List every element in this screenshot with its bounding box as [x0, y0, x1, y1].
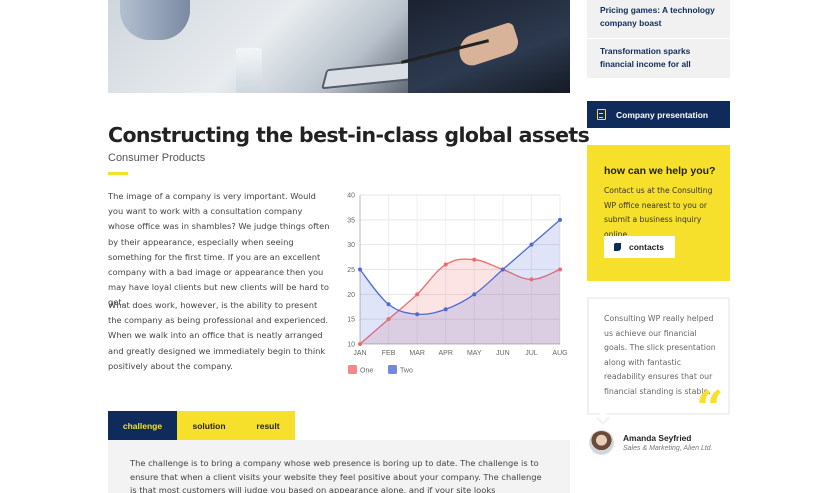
news-list: Pricing games: A technology company boas… — [587, 0, 730, 78]
legend-label: Two — [400, 368, 413, 375]
x-axis-ticks: JAN FEB MAR APR MAY JUN JUL AUG — [353, 350, 567, 357]
y-tick-label: 35 — [347, 217, 355, 224]
data-point — [415, 292, 420, 297]
content-tabs: challenge solution result — [108, 411, 295, 440]
x-tick-label: AUG — [552, 350, 567, 357]
testimonial-author: Amanda Seyfried — [623, 433, 692, 443]
x-tick-label: JUL — [525, 350, 538, 357]
presentation-label: Company presentation — [616, 109, 709, 120]
data-point — [558, 217, 562, 222]
data-point — [386, 317, 391, 322]
help-text: Contact us at the Consulting WP office n… — [604, 186, 713, 239]
article-paragraph-2: What does work, however, is the ability … — [108, 300, 329, 371]
x-tick-label: JAN — [353, 350, 366, 357]
testimonial-role: Sales & Marketing, Alien Ltd. — [623, 445, 713, 452]
y-tick-label: 20 — [347, 292, 355, 299]
data-point — [529, 277, 534, 282]
y-axis-ticks: 10 15 20 25 30 35 40 — [347, 193, 355, 349]
hero-image — [108, 0, 570, 93]
quote-icon: “ — [696, 381, 724, 437]
help-box: how can we help you? Contact us at the C… — [587, 145, 730, 281]
legend-swatch — [348, 365, 357, 374]
tab-challenge[interactable]: challenge — [108, 411, 177, 440]
x-tick-label: FEB — [382, 350, 396, 357]
news-link-1[interactable]: Pricing games: A technology company boas… — [600, 4, 725, 29]
y-tick-label: 10 — [347, 342, 355, 349]
data-point — [500, 267, 505, 272]
x-tick-label: MAY — [467, 350, 482, 357]
chart-areas — [359, 219, 561, 345]
tab-result[interactable]: result — [241, 411, 295, 440]
y-tick-label: 25 — [347, 267, 355, 274]
contacts-button[interactable]: contacts — [604, 236, 675, 258]
tab-panel: The challenge is to bring a company whos… — [108, 440, 570, 493]
chart-legend: One Two — [348, 365, 413, 375]
y-tick-label: 40 — [347, 193, 355, 200]
page-title: Constructing the best-in-class global as… — [108, 123, 590, 147]
data-point — [472, 292, 477, 297]
data-point — [529, 242, 534, 247]
tab-solution[interactable]: solution — [177, 411, 241, 440]
x-tick-label: MAR — [409, 350, 425, 357]
legend-label: One — [360, 368, 373, 375]
data-point — [358, 342, 362, 346]
y-tick-label: 30 — [347, 242, 355, 249]
x-tick-label: APR — [439, 350, 453, 357]
contacts-label: contacts — [629, 242, 664, 252]
article-paragraph-1: The image of a company is very important… — [108, 191, 330, 308]
phone-icon — [614, 243, 621, 251]
company-presentation-button[interactable]: Company presentation — [587, 101, 730, 128]
title-underline — [108, 172, 128, 175]
news-link-2[interactable]: Transformation sparks financial income f… — [600, 45, 725, 70]
area-chart: 10152025303540 JAN FEB MAR APR MAY JUN JUL AUG … — [347, 193, 567, 375]
legend-swatch — [388, 365, 397, 374]
category-label: Consumer Products — [108, 152, 206, 164]
data-point — [415, 312, 420, 317]
data-point — [443, 262, 448, 267]
data-point — [472, 257, 477, 262]
person-shirt — [120, 0, 190, 40]
news-divider — [587, 38, 730, 39]
data-point — [558, 267, 562, 272]
water-glass — [236, 48, 262, 93]
avatar — [589, 430, 614, 455]
data-point — [358, 267, 362, 272]
pdf-document-icon — [597, 109, 606, 120]
x-tick-label: JUN — [496, 350, 510, 357]
speech-tail — [595, 410, 611, 426]
y-tick-label: 15 — [347, 317, 355, 324]
data-point — [386, 302, 391, 307]
data-point — [443, 307, 448, 312]
help-title: how can we help you? — [604, 165, 716, 177]
testimonial-box: Consulting WP really helped us achieve o… — [587, 297, 730, 433]
tab-panel-text: The challenge is to bring a company whos… — [130, 458, 542, 493]
